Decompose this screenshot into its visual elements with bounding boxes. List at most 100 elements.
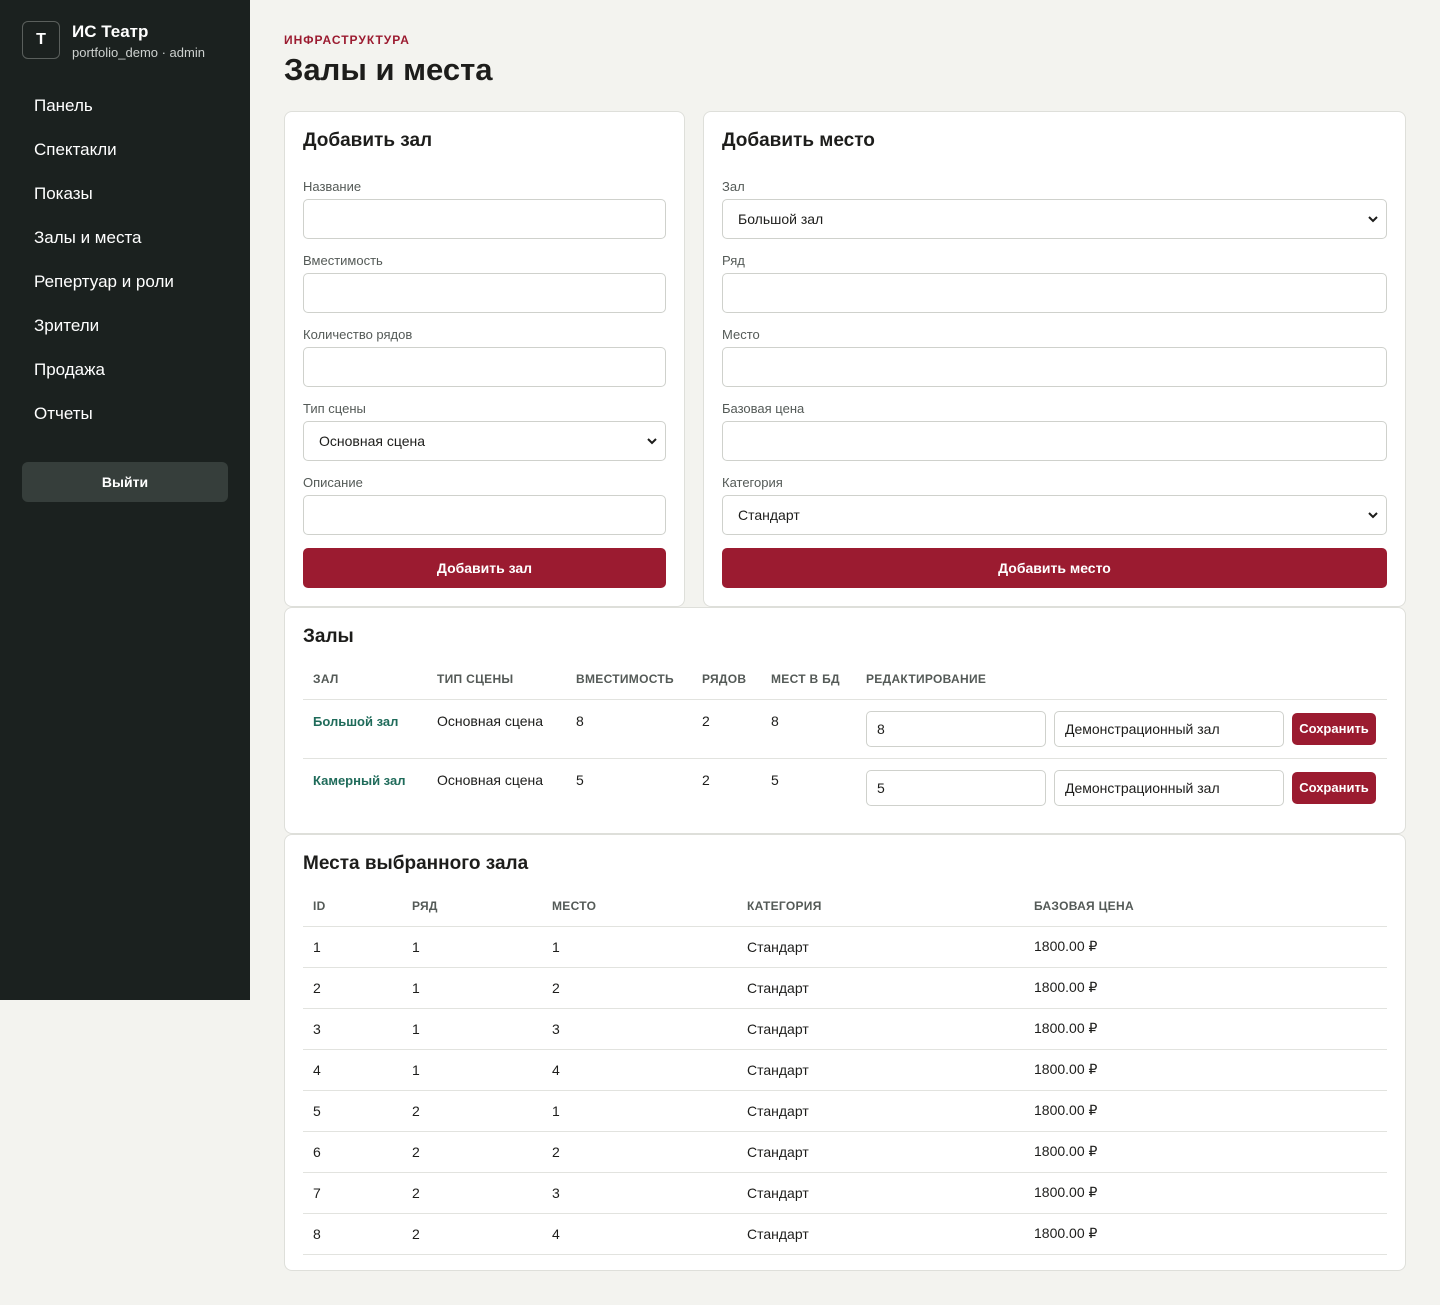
sidebar-item-sales[interactable]: Продажа bbox=[0, 348, 250, 392]
save-button[interactable]: Сохранить bbox=[1292, 712, 1376, 745]
column-header: РЕДАКТИРОВАНИЕ bbox=[856, 659, 1387, 700]
brand: Т ИС Театр portfolio_demo · admin bbox=[22, 21, 205, 61]
seats-table: ID РЯД МЕСТО КАТЕГОРИЯ БАЗОВАЯ ЦЕНА 111С… bbox=[303, 886, 1387, 1255]
stage-type-value: Основная сцена bbox=[319, 433, 425, 449]
save-button[interactable]: Сохранить bbox=[1292, 771, 1376, 804]
edit-description-input[interactable] bbox=[1054, 710, 1284, 747]
sidebar-item-halls[interactable]: Залы и места bbox=[0, 216, 250, 260]
hall-description-label: Описание bbox=[303, 475, 363, 490]
stage-type-select[interactable]: Основная сцена bbox=[303, 421, 666, 461]
edit-description-input[interactable] bbox=[1054, 769, 1284, 806]
column-header: МЕСТ В БД bbox=[761, 659, 856, 700]
edit-cell: Сохранить bbox=[856, 699, 1387, 759]
column-header: БАЗОВАЯ ЦЕНА bbox=[1024, 886, 1387, 927]
sidebar-item-dashboard[interactable]: Панель bbox=[0, 84, 250, 128]
hall-name-cell: Камерный зал bbox=[303, 758, 427, 817]
seat-category-select[interactable]: Стандарт bbox=[722, 495, 1387, 535]
hall-name-cell: Большой зал bbox=[303, 699, 427, 759]
seat-row-cell: 2 bbox=[402, 1213, 542, 1255]
hall-name-label: Название bbox=[303, 179, 362, 194]
hall-rows-label: Количество рядов bbox=[303, 327, 413, 342]
edit-capacity-input[interactable] bbox=[866, 710, 1046, 747]
rows-cell: 2 bbox=[692, 699, 761, 759]
seat-number-input[interactable] bbox=[722, 347, 1387, 387]
seat-row-cell: 2 bbox=[402, 1090, 542, 1132]
add-seat-button[interactable]: Добавить место bbox=[722, 548, 1387, 588]
column-header: ТИП СЦЕНЫ bbox=[427, 659, 566, 700]
sidebar-item-performances[interactable]: Спектакли bbox=[0, 128, 250, 172]
add-seat-card: Добавить место Зал Большой зал Ряд Место… bbox=[703, 111, 1406, 607]
table-row: 3 1 3 Стандарт 1800.00 ₽ bbox=[303, 1008, 1387, 1050]
seat-number-cell: 2 bbox=[542, 967, 737, 1009]
sidebar-item-reports[interactable]: Отчеты bbox=[0, 392, 250, 436]
sidebar-item-shows[interactable]: Показы bbox=[0, 172, 250, 216]
table-row: 8 2 4 Стандарт 1800.00 ₽ bbox=[303, 1213, 1387, 1255]
seat-category-cell: Стандарт bbox=[737, 1090, 1024, 1132]
seat-row-input[interactable] bbox=[722, 273, 1387, 313]
brand-text: ИС Театр portfolio_demo · admin bbox=[72, 21, 205, 61]
seat-hall-label: Зал bbox=[722, 179, 745, 194]
seat-price-cell: 1800.00 ₽ bbox=[1024, 967, 1387, 1009]
add-hall-button[interactable]: Добавить зал bbox=[303, 548, 666, 588]
stage-type-cell: Основная сцена bbox=[437, 771, 543, 788]
chevron-down-icon bbox=[1368, 216, 1378, 223]
seat-category-cell: Стандарт bbox=[737, 1172, 1024, 1214]
hall-capacity-input[interactable] bbox=[303, 273, 666, 313]
seat-category-cell: Стандарт bbox=[737, 1008, 1024, 1050]
seat-price-cell: 1800.00 ₽ bbox=[1024, 1213, 1387, 1255]
seat-category-cell: Стандарт bbox=[737, 1131, 1024, 1173]
halls-card: Залы ЗАЛ ТИП СЦЕНЫ ВМЕСТИМОСТЬ РЯДОВ МЕС… bbox=[284, 607, 1406, 834]
seat-row-label: Ряд bbox=[722, 253, 745, 268]
seat-category-cell: Стандарт bbox=[737, 1213, 1024, 1255]
halls-table: ЗАЛ ТИП СЦЕНЫ ВМЕСТИМОСТЬ РЯДОВ МЕСТ В Б… bbox=[303, 659, 1387, 817]
hall-rows-input[interactable] bbox=[303, 347, 666, 387]
seat-id-cell: 6 bbox=[303, 1131, 402, 1173]
add-hall-card: Добавить зал Название Вместимость Количе… bbox=[284, 111, 685, 607]
hall-description-input[interactable] bbox=[303, 495, 666, 535]
sidebar: Т ИС Театр portfolio_demo · admin Панель… bbox=[0, 0, 250, 1000]
seat-number-cell: 4 bbox=[542, 1049, 737, 1091]
seat-number-cell: 2 bbox=[542, 1131, 737, 1173]
seats-card: Места выбранного зала ID РЯД МЕСТО КАТЕГ… bbox=[284, 834, 1406, 1271]
capacity-cell: 8 bbox=[566, 699, 692, 759]
seats-title: Места выбранного зала bbox=[303, 853, 529, 874]
seat-id-cell: 2 bbox=[303, 967, 402, 1009]
seat-hall-select[interactable]: Большой зал bbox=[722, 199, 1387, 239]
seat-row-cell: 1 bbox=[402, 926, 542, 968]
seat-id-cell: 8 bbox=[303, 1213, 402, 1255]
seat-price-cell: 1800.00 ₽ bbox=[1024, 1131, 1387, 1173]
column-header: КАТЕГОРИЯ bbox=[737, 886, 1024, 927]
seat-price-input[interactable] bbox=[722, 421, 1387, 461]
seat-price-cell: 1800.00 ₽ bbox=[1024, 1049, 1387, 1091]
logout-button[interactable]: Выйти bbox=[22, 462, 228, 502]
hall-link[interactable]: Большой зал bbox=[313, 714, 398, 729]
column-header: ID bbox=[303, 886, 402, 927]
sidebar-item-spectators[interactable]: Зрители bbox=[0, 304, 250, 348]
chevron-down-icon bbox=[1368, 512, 1378, 519]
chevron-down-icon bbox=[647, 438, 657, 445]
seat-number-cell: 3 bbox=[542, 1008, 737, 1050]
edit-capacity-input[interactable] bbox=[866, 769, 1046, 806]
sidebar-nav: Панель Спектакли Показы Залы и места Реп… bbox=[0, 84, 250, 436]
table-header-row: ID РЯД МЕСТО КАТЕГОРИЯ БАЗОВАЯ ЦЕНА bbox=[303, 886, 1387, 927]
edit-cell: Сохранить bbox=[856, 758, 1387, 817]
column-header: МЕСТО bbox=[542, 886, 737, 927]
hall-name-input[interactable] bbox=[303, 199, 666, 239]
table-row: Камерный зал Основная сцена 5 2 5 Сохран… bbox=[303, 758, 1387, 817]
table-row: 2 1 2 Стандарт 1800.00 ₽ bbox=[303, 967, 1387, 1009]
stage-type-cell: Основная сцена bbox=[427, 699, 566, 759]
table-header-row: ЗАЛ ТИП СЦЕНЫ ВМЕСТИМОСТЬ РЯДОВ МЕСТ В Б… bbox=[303, 659, 1387, 700]
app-subtitle: portfolio_demo · admin bbox=[72, 45, 205, 60]
seat-row-cell: 1 bbox=[402, 1008, 542, 1050]
table-row: 5 2 1 Стандарт 1800.00 ₽ bbox=[303, 1090, 1387, 1132]
seat-id-cell: 1 bbox=[303, 926, 402, 968]
hall-link[interactable]: Камерный зал bbox=[313, 773, 405, 788]
page-eyebrow: ИНФРАСТРУКТУРА bbox=[284, 33, 410, 47]
hall-capacity-label: Вместимость bbox=[303, 253, 383, 268]
seat-id-cell: 3 bbox=[303, 1008, 402, 1050]
seat-category-cell: Стандарт bbox=[737, 1049, 1024, 1091]
seat-category-value: Стандарт bbox=[738, 507, 800, 523]
seats-db-cell: 8 bbox=[761, 699, 856, 759]
rows-cell: 2 bbox=[702, 771, 710, 788]
sidebar-item-repertoire[interactable]: Репертуар и роли bbox=[0, 260, 250, 304]
